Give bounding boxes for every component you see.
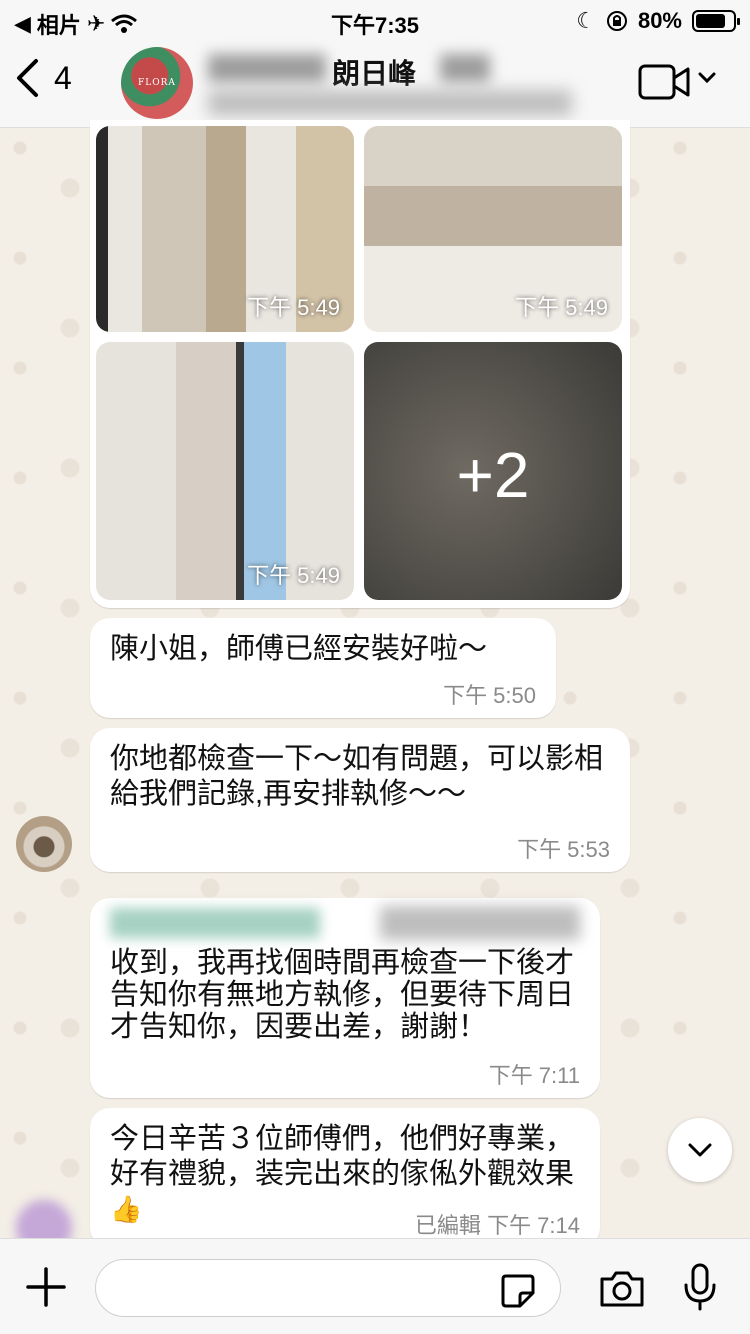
message-bubble[interactable]: 收到，我再找個時間再檢查一下後才告知你有無地方執修，但要待下周日才告知你，因要出… — [90, 898, 600, 1098]
photo-timestamp: 下午 5:49 — [247, 295, 340, 320]
message-time: 下午 5:50 — [443, 683, 536, 708]
chat-title[interactable]: 朗日峰 — [332, 52, 416, 92]
unread-count: 4 — [54, 59, 72, 96]
photo-tile[interactable]: 下午 5:49 — [96, 126, 354, 332]
message-bubble[interactable]: 你地都檢查一下～如有問題，可以影相給我們記錄,再安排執修～～ 下午 5:53 — [90, 728, 630, 872]
chevron-down-icon[interactable] — [698, 72, 716, 84]
message-text-body: 今日辛苦３位師傅們，他們好專業，好有禮貌，装完出來的傢俬外觀效果 — [110, 1123, 575, 1190]
chevron-down-icon — [688, 1143, 712, 1157]
redacted-subtitle — [208, 90, 572, 116]
photo-tile[interactable]: 下午 5:49 — [364, 126, 622, 332]
camera-icon[interactable] — [598, 1269, 646, 1309]
message-time: 已編輯 下午 7:14 — [415, 1208, 580, 1240]
battery-icon — [692, 10, 740, 32]
redacted-sender — [380, 906, 580, 940]
redacted-name-part — [208, 54, 326, 82]
back-button[interactable]: 4 — [14, 58, 72, 98]
photo-timestamp: 下午 5:49 — [247, 563, 340, 588]
message-input[interactable] — [95, 1259, 561, 1317]
more-photos-tile[interactable]: +2 — [364, 342, 622, 600]
message-text: 你地都檢查一下～如有問題，可以影相給我們記錄,再安排執修～～ — [110, 743, 604, 810]
avatar-logo-text: FLORA — [138, 78, 176, 88]
chat-header: 4 FLORA 朗日峰 — [0, 40, 750, 128]
chevron-left-icon — [17, 59, 38, 97]
redacted-sender — [110, 908, 320, 938]
plus-icon[interactable] — [26, 1267, 66, 1307]
message-time: 下午 5:53 — [517, 837, 610, 862]
group-avatar[interactable]: FLORA — [121, 47, 193, 119]
microphone-icon[interactable] — [683, 1263, 717, 1311]
photo-timestamp: 下午 5:49 — [515, 295, 608, 320]
sticker-icon[interactable] — [500, 1273, 536, 1309]
video-call-icon[interactable] — [638, 64, 694, 100]
message-time-value: 下午 7:14 — [487, 1213, 580, 1238]
rotation-lock-icon — [606, 11, 627, 31]
redacted-name-part — [440, 54, 490, 82]
edited-label: 已編輯 — [414, 1213, 481, 1238]
composer-bar — [0, 1238, 750, 1334]
photo-tile[interactable]: 下午 5:49 — [96, 342, 354, 600]
battery-percent: 80% — [637, 8, 682, 33]
message-bubble[interactable]: 陳小姐，師傅已經安裝好啦～ 下午 5:50 — [90, 618, 556, 718]
more-photos-count: +2 — [456, 439, 530, 511]
scroll-to-bottom-button[interactable] — [668, 1118, 732, 1182]
media-album-message: 下午 5:49 下午 5:49 下午 5:49 +2 — [90, 120, 630, 608]
thumbs-up-emoji: 👍 — [110, 1193, 143, 1224]
battery-level — [696, 14, 725, 28]
moon-icon: ☾ — [576, 8, 596, 33]
message-text: 陳小姐，師傅已經安裝好啦～ — [110, 633, 488, 665]
status-bar: ◀ 相片 ✈ 下午7:35 ☾ 80% — [0, 0, 750, 40]
message-bubble[interactable]: 今日辛苦３位師傅們，他們好專業，好有禮貌，装完出來的傢俬外觀效果👍 已編輯 下午… — [90, 1108, 600, 1248]
message-time: 下午 7:11 — [488, 1063, 580, 1088]
sender-avatar[interactable] — [16, 816, 72, 872]
